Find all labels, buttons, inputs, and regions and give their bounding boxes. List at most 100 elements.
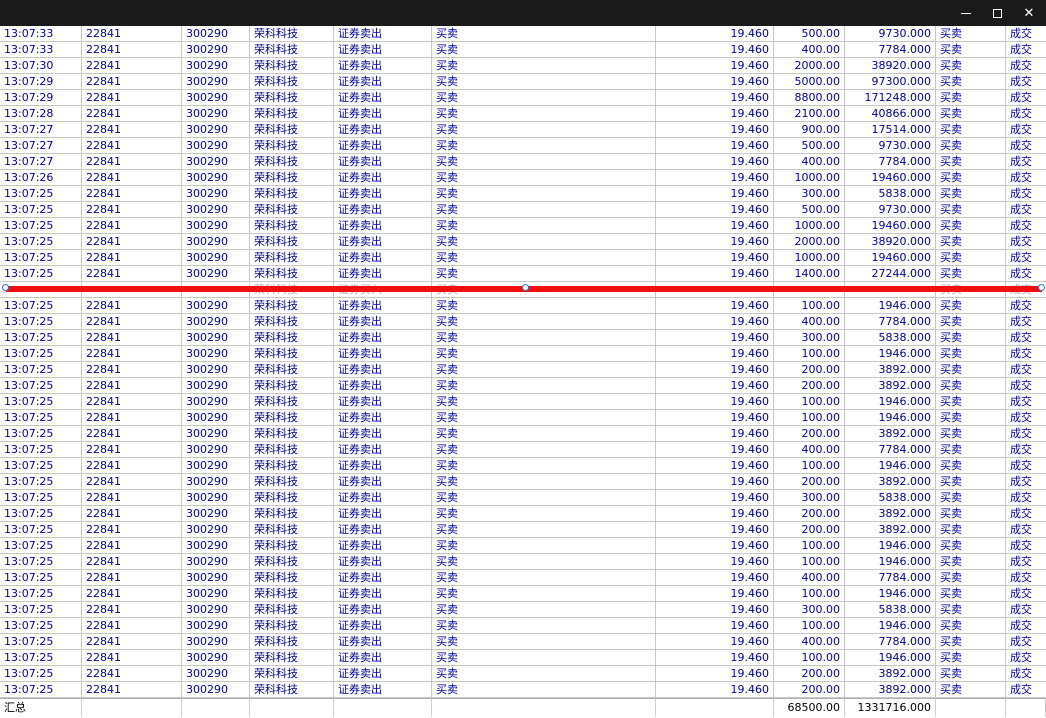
cell-direction: 买卖 bbox=[936, 666, 1006, 681]
table-row[interactable]: 13:07:25 22841 300290 荣科科技 证券卖出 买卖 19.460 100.0… bbox=[0, 618, 1046, 634]
cell-contract-id: 22841 bbox=[82, 218, 182, 233]
cell-trade-type: 买卖 bbox=[432, 106, 656, 121]
table-row[interactable]: 13:07:30 22841 300290 荣科科技 证券卖出 买卖 19.460 2000.… bbox=[0, 58, 1046, 74]
minimize-button[interactable] bbox=[950, 0, 982, 26]
summary-cell bbox=[936, 699, 1006, 717]
table-row[interactable]: 13:07:25 22841 300290 荣科科技 证券卖出 买卖 19.460 1000.… bbox=[0, 218, 1046, 234]
table-row[interactable]: 13:07:25 22841 300290 荣科科技 证券卖出 买卖 19.460 200.0… bbox=[0, 378, 1046, 394]
table-row[interactable]: 13:07:27 22841 300290 荣科科技 证券卖出 买卖 19.460 900.0… bbox=[0, 122, 1046, 138]
table-row[interactable]: 13:07:28 22841 300290 荣科科技 证券卖出 买卖 19.460 2100.… bbox=[0, 106, 1046, 122]
cell-amount: 1946.000 bbox=[845, 650, 936, 665]
table-row[interactable]: 13:07:27 22841 300290 荣科科技 证券卖出 买卖 19.460 400.0… bbox=[0, 154, 1046, 170]
cell-stock-code: 300290 bbox=[182, 154, 250, 169]
cell-contract-id: 22841 bbox=[82, 234, 182, 249]
table-row[interactable]: 13:07:25 22841 300290 荣科科技 证券卖出 买卖 19.460 100.0… bbox=[0, 410, 1046, 426]
cell-stock-name: 荣科科技 bbox=[250, 602, 334, 617]
cell-stock-name: 荣科科技 bbox=[250, 426, 334, 441]
trade-records-grid[interactable]: 13:07:25 22841 300290 荣科科技 证券卖出 买卖 19.460 200.0… bbox=[0, 26, 1046, 698]
cell-price: 19.460 bbox=[656, 570, 774, 585]
annotation-line[interactable] bbox=[2, 284, 1045, 292]
table-row[interactable]: 13:07:33 22841 300290 荣科科技 证券卖出 买卖 19.460 400.0… bbox=[0, 42, 1046, 58]
cell-direction: 买卖 bbox=[936, 298, 1006, 313]
cell-amount: 7784.000 bbox=[845, 42, 936, 57]
table-row[interactable]: 13:07:29 22841 300290 荣科科技 证券卖出 买卖 19.460 8800.… bbox=[0, 90, 1046, 106]
table-row[interactable]: 13:07:25 22841 300290 荣科科技 证券卖出 买卖 19.460 2000.… bbox=[0, 234, 1046, 250]
cell-price: 19.460 bbox=[656, 618, 774, 633]
cell-direction: 买卖 bbox=[936, 202, 1006, 217]
summary-total-amount: 1331716.000 bbox=[845, 699, 936, 717]
cell-contract-id: 22841 bbox=[82, 58, 182, 73]
window-titlebar[interactable]: ✕ bbox=[0, 0, 1046, 26]
cell-quantity: 500.00 bbox=[774, 26, 845, 41]
cell-contract-id: 22841 bbox=[82, 618, 182, 633]
table-row[interactable]: 13:07:25 22841 300290 荣科科技 证券卖出 买卖 19.460 100.0… bbox=[0, 538, 1046, 554]
cell-direction: 买卖 bbox=[936, 378, 1006, 393]
cell-quantity: 300.00 bbox=[774, 330, 845, 345]
cell-amount: 9730.000 bbox=[845, 138, 936, 153]
table-row[interactable]: 13:07:25 22841 300290 荣科科技 证券卖出 买卖 19.460 1000.… bbox=[0, 250, 1046, 266]
cell-price: 19.460 bbox=[656, 122, 774, 137]
cell-quantity: 1000.00 bbox=[774, 218, 845, 233]
cell-stock-code: 300290 bbox=[182, 90, 250, 105]
cell-trade-type: 买卖 bbox=[432, 42, 656, 57]
cell-quantity: 100.00 bbox=[774, 458, 845, 473]
cell-trade-type: 买卖 bbox=[432, 522, 656, 537]
cell-trade-time: 13:07:25 bbox=[0, 346, 82, 361]
cell-stock-name: 荣科科技 bbox=[250, 218, 334, 233]
table-row[interactable]: 13:07:25 22841 300290 荣科科技 证券卖出 买卖 19.460 300.0… bbox=[0, 186, 1046, 202]
table-row[interactable]: 13:07:25 22841 300290 荣科科技 证券卖出 买卖 19.460 100.0… bbox=[0, 650, 1046, 666]
table-row[interactable]: 13:07:25 22841 300290 荣科科技 证券卖出 买卖 19.460 200.0… bbox=[0, 506, 1046, 522]
cell-trade-type: 买卖 bbox=[432, 506, 656, 521]
table-row[interactable]: 13:07:25 22841 300290 荣科科技 证券卖出 买卖 19.460 200.0… bbox=[0, 362, 1046, 378]
table-row[interactable]: 13:07:27 22841 300290 荣科科技 证券卖出 买卖 19.460 500.0… bbox=[0, 138, 1046, 154]
cell-quantity: 400.00 bbox=[774, 442, 845, 457]
table-row[interactable]: 13:07:25 22841 300290 荣科科技 证券卖出 买卖 19.460 100.0… bbox=[0, 346, 1046, 362]
cell-contract-id: 22841 bbox=[82, 298, 182, 313]
line-start-handle[interactable] bbox=[2, 284, 9, 291]
cell-quantity: 100.00 bbox=[774, 618, 845, 633]
table-row[interactable]: 13:07:25 22841 300290 荣科科技 证券卖出 买卖 19.460 300.0… bbox=[0, 602, 1046, 618]
cell-quantity: 100.00 bbox=[774, 394, 845, 409]
table-row[interactable]: 13:07:33 22841 300290 荣科科技 证券卖出 买卖 19.460 500.0… bbox=[0, 26, 1046, 42]
table-row[interactable]: 13:07:26 22841 300290 荣科科技 证券卖出 买卖 19.460 1000.… bbox=[0, 170, 1046, 186]
table-row[interactable]: 13:07:25 22841 300290 荣科科技 证券卖出 买卖 19.460 100.0… bbox=[0, 586, 1046, 602]
line-end-handle[interactable] bbox=[1038, 284, 1045, 291]
cell-amount: 27244.000 bbox=[845, 266, 936, 281]
table-row[interactable]: 13:07:25 22841 300290 荣科科技 证券卖出 买卖 19.460 100.0… bbox=[0, 394, 1046, 410]
cell-trade-time: 13:07:25 bbox=[0, 330, 82, 345]
table-row[interactable]: 13:07:25 22841 300290 荣科科技 证券卖出 买卖 19.460 400.0… bbox=[0, 442, 1046, 458]
cell-operation: 证券卖出 bbox=[334, 250, 432, 265]
cell-contract-id: 22841 bbox=[82, 458, 182, 473]
cell-amount: 171248.000 bbox=[845, 90, 936, 105]
table-row[interactable]: 13:07:25 22841 300290 荣科科技 证券卖出 买卖 19.460 200.0… bbox=[0, 426, 1046, 442]
cell-price: 19.460 bbox=[656, 314, 774, 329]
table-row[interactable]: 13:07:25 22841 300290 荣科科技 证券卖出 买卖 19.460 100.0… bbox=[0, 298, 1046, 314]
table-row[interactable]: 13:07:25 22841 300290 荣科科技 证券卖出 买卖 19.460 400.0… bbox=[0, 634, 1046, 650]
table-row[interactable]: 13:07:25 22841 300290 荣科科技 证券卖出 买卖 19.460 200.0… bbox=[0, 666, 1046, 682]
cell-direction: 买卖 bbox=[936, 154, 1006, 169]
table-row[interactable]: 13:07:25 22841 300290 荣科科技 证券卖出 买卖 19.460 300.0… bbox=[0, 490, 1046, 506]
table-row[interactable]: 13:07:25 22841 300290 荣科科技 证券卖出 买卖 19.460 300.0… bbox=[0, 330, 1046, 346]
table-row[interactable]: 13:07:25 22841 300290 荣科科技 证券卖出 买卖 19.460 400.0… bbox=[0, 570, 1046, 586]
table-row[interactable]: 13:07:25 22841 300290 荣科科技 证券卖出 买卖 19.460 100.0… bbox=[0, 554, 1046, 570]
cell-contract-id: 22841 bbox=[82, 506, 182, 521]
table-row[interactable]: 13:07:25 22841 300290 荣科科技 证券卖出 买卖 19.460 500.0… bbox=[0, 202, 1046, 218]
cell-operation: 证券卖出 bbox=[334, 394, 432, 409]
cell-stock-name: 荣科科技 bbox=[250, 394, 334, 409]
table-row[interactable]: 13:07:25 22841 300290 荣科科技 证券卖出 买卖 19.460 400.0… bbox=[0, 314, 1046, 330]
cell-quantity: 5000.00 bbox=[774, 74, 845, 89]
cell-operation: 证券卖出 bbox=[334, 570, 432, 585]
maximize-button[interactable] bbox=[981, 0, 1013, 26]
table-row[interactable]: 13:07:25 22841 300290 荣科科技 证券卖出 买卖 19.460 200.0… bbox=[0, 522, 1046, 538]
cell-status: 成交 bbox=[1010, 587, 1032, 600]
summary-cell bbox=[182, 699, 250, 717]
table-row[interactable]: 13:07:29 22841 300290 荣科科技 证券卖出 买卖 19.460 5000.… bbox=[0, 74, 1046, 90]
table-row[interactable]: 13:07:25 22841 300290 荣科科技 证券卖出 买卖 19.460 200.0… bbox=[0, 474, 1046, 490]
table-row[interactable]: 13:07:25 22841 300290 荣科科技 证券卖出 买卖 19.460 100.0… bbox=[0, 458, 1046, 474]
cell-amount: 9730.000 bbox=[845, 26, 936, 41]
table-row[interactable]: 13:07:25 22841 300290 荣科科技 证券卖出 买卖 19.460 1400.… bbox=[0, 266, 1046, 282]
line-mid-handle[interactable] bbox=[522, 284, 529, 291]
cell-stock-name: 荣科科技 bbox=[250, 586, 334, 601]
table-row[interactable]: 13:07:25 22841 300290 荣科科技 证券卖出 买卖 19.460 200.0… bbox=[0, 682, 1046, 698]
close-button[interactable]: ✕ bbox=[1013, 0, 1045, 26]
